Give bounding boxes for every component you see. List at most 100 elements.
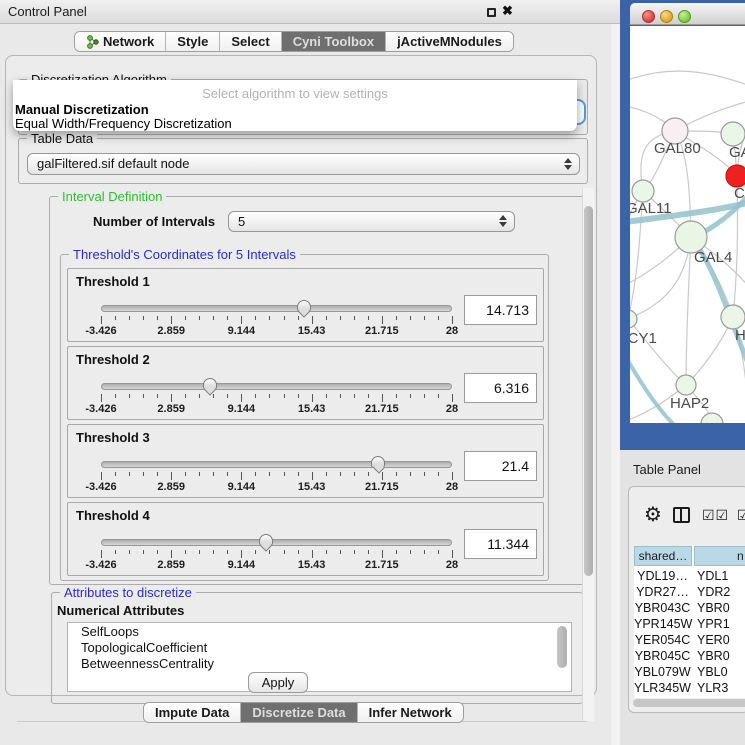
settings-scrollbar-track[interactable]: [582, 188, 594, 721]
interval-definition-group: Interval Definition Number of Intervals …: [49, 196, 586, 585]
attribute-item-topologicalcoefficient[interactable]: TopologicalCoefficient: [68, 639, 571, 655]
table-row-YLR345W[interactable]: YLR345WYLR3: [634, 680, 745, 696]
table-h-scrollbar-thumb[interactable]: [633, 699, 745, 707]
numerical-attributes-list[interactable]: SelfLoopsTopologicalCoefficientBetweenne…: [67, 622, 572, 692]
network-node-label: C: [734, 185, 745, 202]
algorithm-popup-item-manual[interactable]: Manual Discretization: [15, 102, 149, 117]
tab-infer-network[interactable]: Infer Network: [358, 703, 463, 722]
cyni-toolbox-panel: Discretization Algorithm Table Data galF…: [5, 55, 597, 696]
thresholds-group: Threshold's Coordinates for 5 Intervals …: [60, 254, 549, 581]
table-row-YPR145W[interactable]: YPR145WYPR1: [634, 616, 745, 632]
tab-impute-data[interactable]: Impute Data: [144, 703, 241, 722]
attributes-list-scrollbar[interactable]: [557, 626, 567, 668]
network-node-c[interactable]: [726, 165, 745, 187]
slider-track[interactable]: [101, 305, 452, 312]
table-data-combo[interactable]: galFiltered.sif default node: [27, 153, 580, 175]
cell-shared-name: YBL079W: [634, 664, 691, 680]
table-data-group: Table Data galFiltered.sif default node: [18, 138, 588, 184]
number-of-intervals-label: Number of Intervals: [93, 214, 215, 229]
network-node-h[interactable]: [721, 305, 745, 329]
slider-track[interactable]: [101, 539, 452, 546]
slider-ticks: [101, 550, 452, 559]
threshold-value-field[interactable]: 14.713: [464, 295, 537, 325]
column-header-shared-name[interactable]: shared…: [634, 546, 692, 566]
algorithm-popup-item-equal-width[interactable]: Equal Width/Frequency Discretization: [15, 116, 232, 131]
column-header-name[interactable]: n…: [694, 546, 745, 566]
cell-shared-name: YDR27…: [634, 584, 691, 600]
threshold-label: Threshold 3: [76, 430, 150, 445]
network-node-ga[interactable]: [721, 122, 745, 146]
slider-thumb[interactable]: [297, 300, 311, 312]
mac-close-button[interactable]: [642, 10, 655, 23]
network-node-label: GCY1: [630, 330, 657, 347]
table-row-YDR27[interactable]: YDR27…YDR2: [634, 584, 745, 600]
table-row-YER054C[interactable]: YER054CYER0: [634, 632, 745, 648]
slider-scale-labels: -3.4262.8599.14415.4321.71528: [101, 325, 452, 337]
tab-label: Network: [103, 34, 154, 49]
table-row-YDL19[interactable]: YDL19…YDL1: [634, 568, 745, 584]
bottom-tab-strip: Impute Data Discretize Data Infer Network: [143, 702, 464, 723]
mac-minimize-button[interactable]: [660, 10, 673, 23]
screen: Control Panel ✖ NetworkStyleSelectCyni T…: [0, 0, 745, 745]
interval-definition-group-title: Interval Definition: [58, 189, 166, 204]
threshold-label: Threshold 1: [76, 274, 150, 289]
slider-thumb[interactable]: [259, 534, 273, 546]
tab-network[interactable]: Network: [75, 32, 166, 51]
cell-shared-name: YBR045C: [634, 648, 691, 664]
cell-name: YBR0: [697, 600, 730, 616]
network-node-label: GAL4: [694, 249, 732, 266]
network-node-gcy1[interactable]: [630, 310, 637, 328]
cell-name: YDL1: [697, 568, 728, 584]
tab-style[interactable]: Style: [166, 32, 220, 51]
attribute-item-selfloops[interactable]: SelfLoops: [68, 623, 571, 639]
threshold-block-3: Threshold 3-3.4262.8599.14415.4321.71528…: [67, 424, 544, 498]
columns-icon[interactable]: [673, 507, 690, 523]
attributes-group: Attributes to discretize Numerical Attri…: [51, 592, 583, 704]
table-row-YBR043C[interactable]: YBR043CYBR0: [634, 600, 745, 616]
slider-track[interactable]: [101, 461, 452, 468]
tab-label: Infer Network: [369, 705, 452, 720]
tab-label: Select: [231, 34, 269, 49]
slider-scale-labels: -3.4262.8599.14415.4321.71528: [101, 403, 452, 415]
select-all-checkbox-icon[interactable]: ☑☑: [702, 508, 729, 524]
combo-updown-icon: [499, 215, 507, 227]
tab-label: jActiveMNodules: [397, 34, 502, 49]
tab-label: Discretize Data: [252, 705, 345, 720]
table-data-combo-value: galFiltered.sif default node: [37, 156, 189, 171]
network-node-label: HAP2: [670, 395, 709, 412]
table-h-scrollbar[interactable]: [630, 698, 745, 709]
gear-icon[interactable]: ⚙: [644, 502, 662, 526]
network-canvas[interactable]: GAL80GACGAL11GAL4GCY1HHAP2: [630, 26, 745, 423]
slider-thumb[interactable]: [203, 378, 217, 390]
settings-scrollbar-thumb[interactable]: [584, 206, 593, 576]
tab-label: Cyni Toolbox: [293, 34, 374, 49]
network-node-hap2[interactable]: [676, 375, 696, 395]
tab-cyni-toolbox[interactable]: Cyni Toolbox: [282, 32, 386, 51]
float-window-icon[interactable]: [487, 8, 496, 17]
table-row-YBR045C[interactable]: YBR045CYBR0: [634, 648, 745, 664]
threshold-value-field[interactable]: 6.316: [464, 373, 537, 403]
clipped-checkbox-icon[interactable]: ☑: [737, 508, 745, 524]
threshold-value-field[interactable]: 11.344: [464, 529, 537, 559]
table-data-group-title: Table Data: [27, 131, 97, 146]
threshold-block-4: Threshold 4-3.4262.8599.14415.4321.71528…: [67, 502, 544, 576]
threshold-block-1: Threshold 1 -3.4262.8599.14415.4321.71528…: [67, 268, 544, 342]
mac-zoom-button[interactable]: [678, 10, 691, 23]
slider-track[interactable]: [101, 383, 452, 390]
attribute-item-betweennesscentrality[interactable]: BetweennessCentrality: [68, 655, 571, 671]
number-of-intervals-combo[interactable]: 5: [228, 211, 515, 232]
network-node-gal11[interactable]: [632, 180, 654, 202]
top-tab-strip: Network Style Select Cyni Toolbox jActiveMNo…: [74, 31, 514, 52]
cell-name: YLR3: [697, 680, 728, 696]
close-icon[interactable]: ✖: [502, 3, 513, 19]
tab-jactivemnodules[interactable]: jActiveMNodules: [386, 32, 513, 51]
slider-thumb[interactable]: [371, 456, 385, 468]
threshold-value-field[interactable]: 21.4: [464, 451, 537, 481]
tab-discretize-data[interactable]: Discretize Data: [241, 703, 357, 722]
apply-button[interactable]: Apply: [248, 672, 308, 693]
number-of-intervals-value: 5: [238, 214, 245, 229]
network-node[interactable]: [701, 413, 723, 423]
cell-shared-name: YER054C: [634, 632, 691, 648]
tab-select[interactable]: Select: [220, 32, 281, 51]
table-row-YBL079W[interactable]: YBL079WYBL0: [634, 664, 745, 680]
